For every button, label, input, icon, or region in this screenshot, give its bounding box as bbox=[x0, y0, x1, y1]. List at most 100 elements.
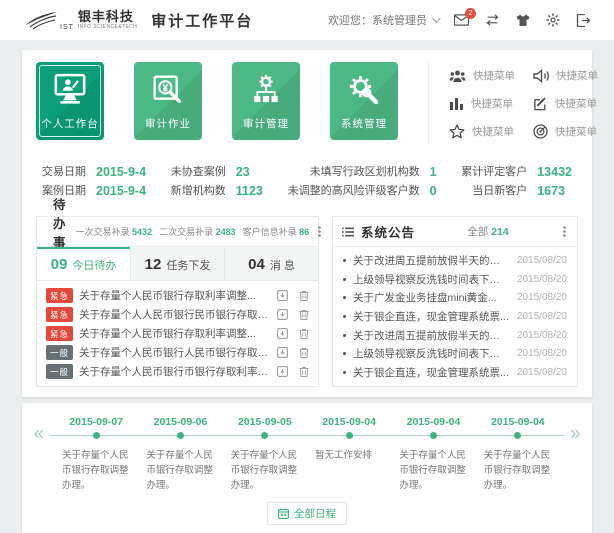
stat-label: 交易日期 bbox=[42, 165, 86, 179]
announcement-item[interactable]: 关于银企直连，现金管理系统票... 2015/08/20 bbox=[343, 365, 567, 380]
audit-manage-icon bbox=[250, 73, 282, 112]
stat-value: 0 bbox=[430, 184, 437, 198]
announcement-panel: 系统公告 全部 214 关于改进周五提前放假半天的安排通知... 2015/08… bbox=[332, 216, 578, 387]
tile-label: 审计管理 bbox=[232, 116, 300, 131]
gear-icon[interactable] bbox=[546, 13, 560, 27]
announcement-item[interactable]: 上级领导视察反洗钱时间表下载链接... 2015/08/20 bbox=[343, 272, 567, 287]
todo-list-item[interactable]: 一般 关于存量个人民币银行币银行存取利率调整... bbox=[46, 364, 309, 379]
quick-menu-label: 快捷菜单 bbox=[471, 96, 513, 111]
tab-messages[interactable]: 04 消 息 bbox=[224, 247, 318, 280]
timeline-prev-icon[interactable] bbox=[32, 428, 44, 440]
trash-icon[interactable] bbox=[299, 347, 309, 358]
quick-menu-label: 快捷菜单 bbox=[555, 124, 597, 139]
more-icon[interactable] bbox=[316, 224, 323, 239]
quick-menu-item-4[interactable]: 快捷菜单 bbox=[533, 96, 611, 111]
announcement-item[interactable]: 关于银企直连，现金管理系统票... 2015/08/20 bbox=[343, 309, 567, 324]
announcement-list: 关于改进周五提前放假半天的安排通知... 2015/08/20 上级领导视察反洗… bbox=[333, 247, 577, 386]
trash-icon[interactable] bbox=[299, 366, 309, 377]
company-subtitle: INFO SCIENCE&TECH bbox=[78, 25, 137, 30]
group-icon bbox=[449, 69, 466, 83]
quick-menu-label: 快捷菜单 bbox=[556, 68, 598, 83]
stat-value: 2015-9-4 bbox=[96, 165, 146, 179]
timeline-next-icon[interactable] bbox=[570, 428, 582, 440]
timeline-entry[interactable]: 2015-09-05 关于存量个人民币银行存取调整办理。 bbox=[223, 415, 307, 494]
all-schedule-button[interactable]: 全部日程 bbox=[267, 502, 347, 525]
bullet-icon bbox=[343, 352, 346, 355]
todo-title: 关于存量个人人民币银行民币银行存取利率调整... bbox=[79, 307, 271, 322]
quick-menu-item-3[interactable]: 快捷菜单 bbox=[449, 96, 527, 111]
bullet-icon bbox=[343, 315, 346, 318]
todo-list-item[interactable]: 紧急 关于存量个人民币银行存取利率调整... bbox=[46, 288, 309, 303]
timeline-dot bbox=[430, 432, 437, 439]
mail-icon[interactable]: 2 bbox=[454, 14, 469, 26]
quick-menu-item-6[interactable]: 快捷菜单 bbox=[533, 124, 611, 139]
todo-list-item[interactable]: 紧急 关于存量个人人民币银行民币银行存取利率调整... bbox=[46, 307, 309, 322]
tile-audit-job[interactable]: 审计作业 bbox=[134, 62, 202, 140]
welcome-text: 欢迎您：系统管理员 bbox=[328, 12, 427, 28]
tile-personal-workbench[interactable]: 个人工作台 bbox=[36, 62, 104, 140]
todo-head-stat: 二次交易补录 2483 bbox=[159, 225, 236, 238]
bullet-icon bbox=[343, 296, 346, 299]
todo-list: 紧急 关于存量个人民币银行存取利率调整... 紧急 关于存量个人人民币银行民币银… bbox=[37, 281, 318, 386]
archive-icon[interactable] bbox=[277, 290, 288, 301]
priority-badge: 紧急 bbox=[46, 288, 73, 303]
tile-audit-manage[interactable]: 审计管理 bbox=[232, 62, 300, 140]
timeline-entry[interactable]: 2015-09-04 关于存量个人民币银行存取调整办理。 bbox=[391, 415, 475, 494]
tab-today-todo[interactable]: 09 今日待办 bbox=[37, 247, 130, 280]
theme-shirt-icon[interactable] bbox=[516, 14, 530, 27]
quick-menu-item-1[interactable]: 快捷菜单 bbox=[449, 68, 527, 83]
timeline-entry[interactable]: 2015-09-04 关于存量个人民币银行存取调整办理。 bbox=[476, 415, 560, 494]
todo-panel: 待办事项 一次交易补录 5432 二次交易补录 2483 客户信息补录 86 0… bbox=[36, 216, 319, 387]
tab-task-dispatch[interactable]: 12 任务下发 bbox=[130, 247, 224, 280]
priority-badge: 一般 bbox=[46, 364, 73, 379]
announcement-item[interactable]: 关于改进周五提前放假半天的安排通知... 2015/08/20 bbox=[343, 253, 567, 268]
archive-icon[interactable] bbox=[277, 347, 288, 358]
timeline-entry[interactable]: 2015-09-04 暂无工作安排 bbox=[307, 415, 391, 494]
stat-value: 23 bbox=[236, 165, 263, 179]
more-icon[interactable] bbox=[561, 224, 568, 239]
timeline-dot bbox=[177, 432, 184, 439]
quick-menu-item-2[interactable]: 快捷菜单 bbox=[533, 68, 611, 83]
quick-menu: 快捷菜单 快捷菜单 快捷菜单 快捷菜单 快捷菜单 快捷菜单 bbox=[428, 62, 611, 145]
trash-icon[interactable] bbox=[299, 290, 309, 301]
announcement-item[interactable]: 上级领导视察反洗钱时间表下载链接... 2015/08/20 bbox=[343, 346, 567, 361]
system-manage-icon bbox=[347, 73, 381, 112]
todo-title: 关于存量个人民币银行存取利率调整... bbox=[79, 326, 271, 341]
bar-chart-icon bbox=[449, 97, 464, 111]
tile-system-manage[interactable]: 系统管理 bbox=[330, 62, 398, 140]
todo-list-item[interactable]: 一般 关于存量个人民币银行人民币银行存取利率调整... bbox=[46, 345, 309, 360]
trash-icon[interactable] bbox=[299, 328, 309, 339]
announcement-item[interactable]: 关于改进周五提前放假半天的安排通知... 2015/08/20 bbox=[343, 328, 567, 343]
logout-icon[interactable] bbox=[576, 14, 590, 27]
logo-swoosh-icon bbox=[24, 9, 58, 31]
todo-title: 关于存量个人民币银行币银行存取利率调整... bbox=[79, 364, 271, 379]
priority-badge: 一般 bbox=[46, 345, 73, 360]
company-logo: IST bbox=[24, 9, 74, 31]
bullet-icon bbox=[343, 371, 346, 374]
quick-menu-item-5[interactable]: 快捷菜单 bbox=[449, 124, 527, 139]
chevron-down-icon bbox=[432, 14, 440, 22]
todo-title: 关于存量个人民币银行存取利率调整... bbox=[79, 288, 271, 303]
timeline-entry[interactable]: 2015-09-07 关于存量个人民币银行存取调整办理。 bbox=[54, 415, 138, 494]
summary-stats: 交易日期 2015-9-4 案例日期 2015-9-4 未协查案例 23 新增机… bbox=[36, 145, 578, 216]
view-all-link[interactable]: 全部 214 bbox=[467, 224, 508, 239]
archive-icon[interactable] bbox=[277, 309, 288, 320]
stat-value: 1673 bbox=[537, 184, 572, 198]
swap-arrows-icon[interactable] bbox=[485, 14, 500, 26]
todo-list-item[interactable]: 紧急 关于存量个人民币银行存取利率调整... bbox=[46, 326, 309, 341]
timeline-dot bbox=[261, 432, 268, 439]
user-menu[interactable]: 欢迎您：系统管理员 bbox=[328, 12, 438, 28]
stat-label: 新增机构数 bbox=[171, 184, 226, 198]
trash-icon[interactable] bbox=[299, 309, 309, 320]
archive-icon[interactable] bbox=[277, 366, 288, 377]
tile-label: 个人工作台 bbox=[36, 116, 104, 131]
stat-value: 13432 bbox=[537, 165, 572, 179]
announcement-item[interactable]: 关于广发金业务挂盘mini黄金... 2015/08/20 bbox=[343, 290, 567, 305]
timeline-entry[interactable]: 2015-09-06 关于存量个人民币银行存取调整办理。 bbox=[138, 415, 222, 494]
stat-label: 累计评定客户 bbox=[461, 165, 527, 179]
tile-label: 系统管理 bbox=[330, 116, 398, 131]
archive-icon[interactable] bbox=[277, 328, 288, 339]
logo-text: IST bbox=[60, 24, 74, 31]
calendar-icon bbox=[278, 508, 289, 519]
app-header: IST 银丰科技 INFO SCIENCE&TECH 审计工作平台 欢迎您：系统… bbox=[0, 0, 614, 40]
